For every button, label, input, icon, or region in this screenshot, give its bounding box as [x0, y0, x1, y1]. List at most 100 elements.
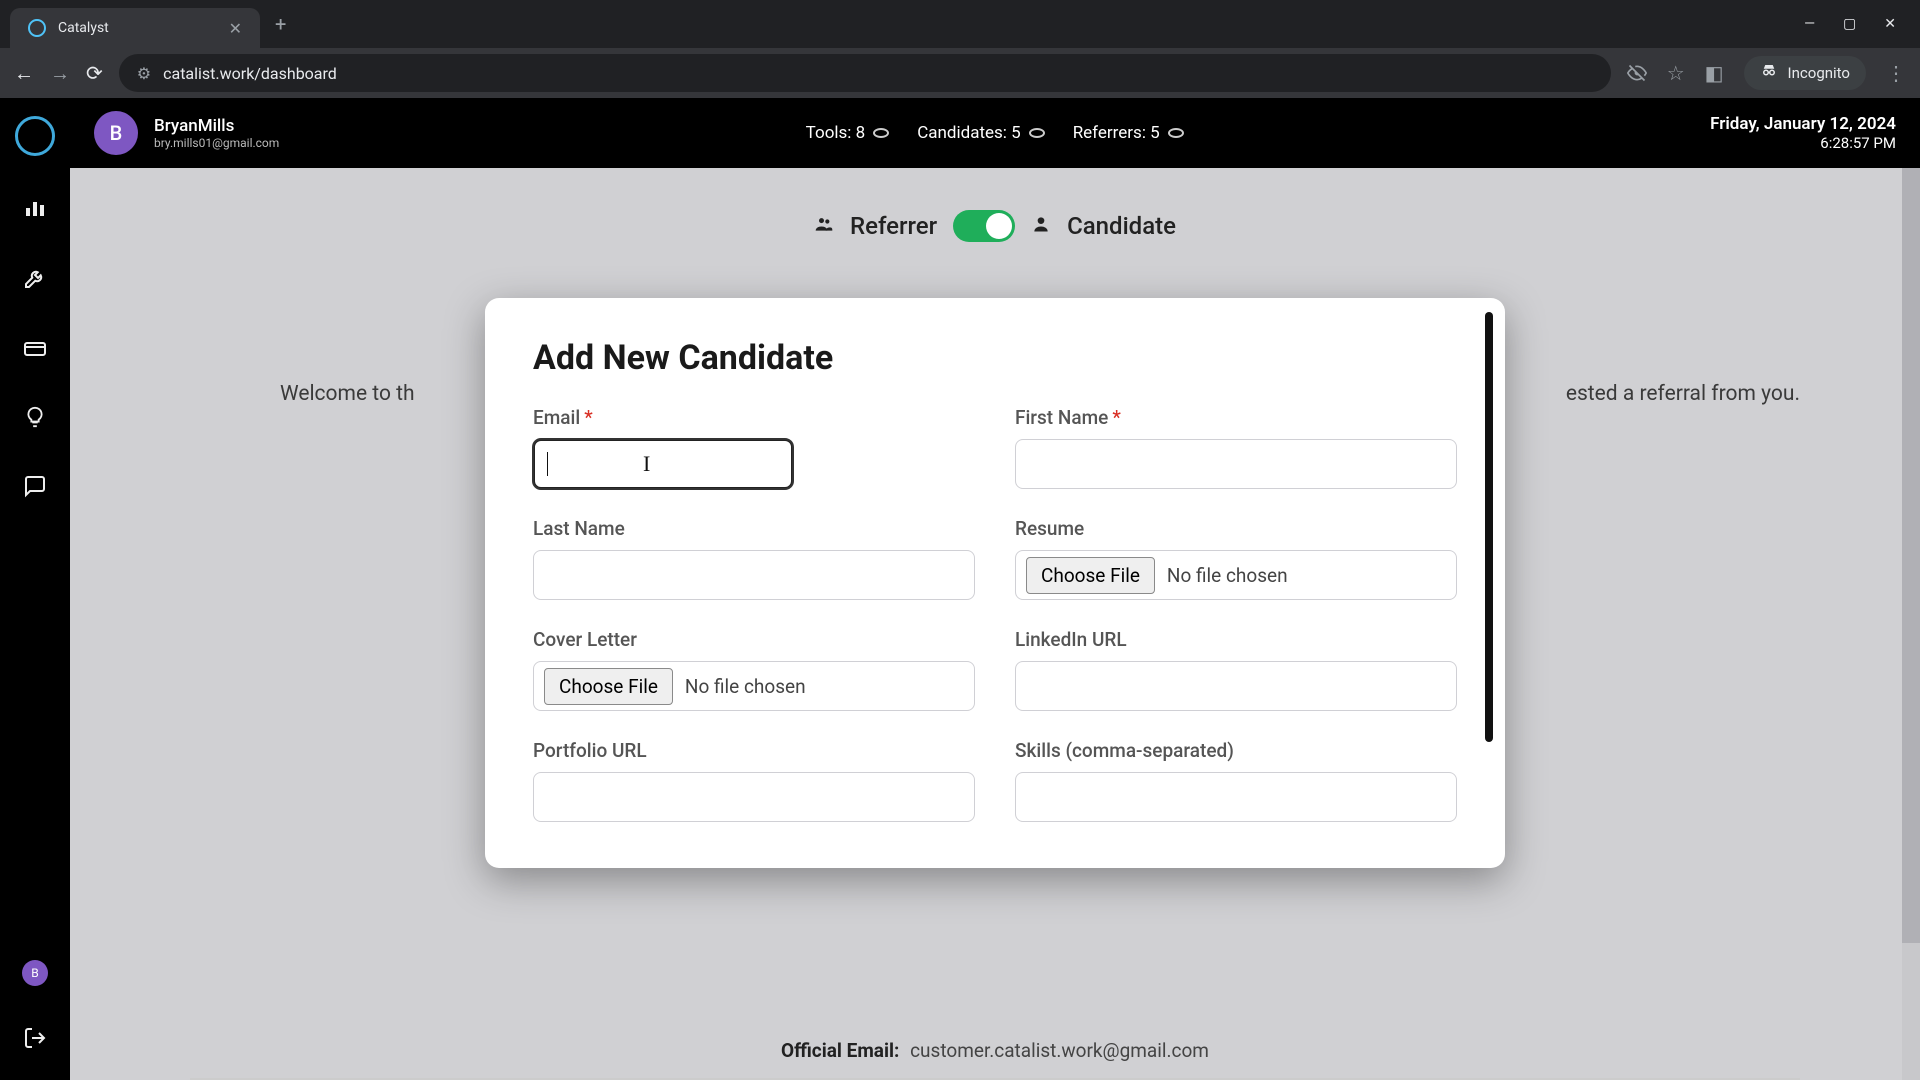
linkedin-label: LinkedIn URL: [1015, 628, 1457, 651]
tools-icon[interactable]: [23, 266, 47, 296]
url-input[interactable]: ⚙ catalist.work/dashboard: [119, 54, 1611, 92]
new-tab-button[interactable]: +: [275, 12, 286, 36]
incognito-label: Incognito: [1788, 64, 1850, 82]
reload-icon[interactable]: ⟳: [86, 61, 103, 85]
required-asterisk: *: [1112, 406, 1120, 429]
last-name-input[interactable]: [533, 550, 975, 600]
sidebar-avatar-initial: B: [31, 966, 38, 980]
field-email: Email* I: [533, 406, 975, 489]
user-block[interactable]: B BryanMills bry.mills01@gmail.com: [94, 111, 279, 155]
first-name-label-text: First Name: [1015, 406, 1108, 429]
field-linkedin: LinkedIn URL: [1015, 628, 1457, 711]
bookmark-star-icon[interactable]: ☆: [1667, 61, 1685, 85]
email-input[interactable]: [533, 439, 793, 489]
candidate-label: Candidate: [1067, 212, 1176, 240]
required-asterisk: *: [584, 406, 592, 429]
close-tab-icon[interactable]: ✕: [229, 19, 242, 38]
incognito-badge[interactable]: Incognito: [1744, 56, 1866, 90]
text-cursor-icon: I: [643, 451, 650, 477]
chat-icon[interactable]: [23, 474, 47, 504]
email-label-text: Email: [533, 406, 580, 429]
skills-label: Skills (comma-separated): [1015, 739, 1457, 762]
app-logo-icon[interactable]: [15, 116, 55, 156]
close-window-icon[interactable]: ✕: [1884, 16, 1896, 32]
minimize-icon[interactable]: —: [1804, 16, 1815, 32]
resume-file-input[interactable]: Choose File No file chosen: [1015, 550, 1457, 600]
sidebar-user-avatar[interactable]: B: [22, 960, 48, 986]
candidate-person-icon: [1031, 214, 1051, 239]
dashboard-icon[interactable]: [23, 196, 47, 226]
app-sidebar: B: [0, 98, 70, 1080]
field-portfolio: Portfolio URL: [533, 739, 975, 822]
avatar-initial: B: [110, 121, 123, 145]
field-skills: Skills (comma-separated): [1015, 739, 1457, 822]
stat-referrers-label: Referrers: 5: [1073, 123, 1160, 143]
resume-file-status: No file chosen: [1167, 564, 1288, 587]
stat-candidates: Candidates: 5: [917, 123, 1045, 143]
tab-title: Catalyst: [58, 20, 217, 36]
browser-tab[interactable]: Catalyst ✕: [10, 8, 260, 48]
referrer-label: Referrer: [850, 212, 937, 240]
header-stats: Tools: 8 Candidates: 5 Referrers: 5: [806, 123, 1184, 143]
field-cover-letter: Cover Letter Choose File No file chosen: [533, 628, 975, 711]
field-last-name: Last Name: [533, 517, 975, 600]
portfolio-input[interactable]: [533, 772, 975, 822]
referrer-group-icon: [814, 214, 834, 239]
browser-menu-icon[interactable]: ⋮: [1886, 61, 1906, 85]
official-email-value: customer.catalist.work@gmail.com: [910, 1039, 1209, 1062]
cover-letter-file-input[interactable]: Choose File No file chosen: [533, 661, 975, 711]
header-date: Friday, January 12, 2024: [1710, 114, 1896, 134]
official-email-label: Official Email:: [781, 1039, 899, 1062]
modal-title: Add New Candidate: [533, 338, 1457, 378]
coin-icon: [873, 128, 889, 138]
field-first-name: First Name*: [1015, 406, 1457, 489]
stat-tools-label: Tools: 8: [806, 123, 866, 143]
official-email: Official Email: customer.catalist.work@g…: [781, 1039, 1209, 1062]
stat-referrers: Referrers: 5: [1073, 123, 1184, 143]
portfolio-label: Portfolio URL: [533, 739, 975, 762]
coin-icon: [1029, 128, 1045, 138]
cover-letter-label: Cover Letter: [533, 628, 975, 651]
user-avatar: B: [94, 111, 138, 155]
visibility-off-icon[interactable]: [1627, 63, 1647, 83]
tab-favicon-icon: [28, 19, 46, 37]
text-caret: [547, 452, 548, 476]
logout-icon[interactable]: [23, 1026, 47, 1056]
modal-overlay: Referrer Candidate Welcome to th ested a…: [70, 168, 1920, 1080]
email-label: Email*: [533, 406, 975, 429]
resume-choose-file-button[interactable]: Choose File: [1026, 557, 1155, 594]
browser-tab-bar: Catalyst ✕ + — ▢ ✕: [0, 0, 1920, 48]
skills-input[interactable]: [1015, 772, 1457, 822]
coin-icon: [1168, 128, 1184, 138]
cover-letter-choose-file-button[interactable]: Choose File: [544, 668, 673, 705]
url-text: catalist.work/dashboard: [163, 64, 337, 83]
stat-candidates-label: Candidates: 5: [917, 123, 1021, 143]
user-email: bry.mills01@gmail.com: [154, 136, 279, 150]
toggle-knob: [986, 213, 1012, 239]
field-resume: Resume Choose File No file chosen: [1015, 517, 1457, 600]
resume-label: Resume: [1015, 517, 1457, 540]
first-name-input[interactable]: [1015, 439, 1457, 489]
window-controls: — ▢ ✕: [1804, 16, 1910, 32]
lightbulb-icon[interactable]: [24, 406, 46, 434]
add-candidate-modal: Add New Candidate Email* I: [485, 298, 1505, 868]
role-toggle[interactable]: [953, 210, 1015, 242]
role-toggle-row: Referrer Candidate: [814, 210, 1176, 242]
first-name-label: First Name*: [1015, 406, 1457, 429]
last-name-label: Last Name: [533, 517, 975, 540]
welcome-left: Welcome to th: [280, 382, 415, 406]
header-datetime: Friday, January 12, 2024 6:28:57 PM: [1710, 114, 1896, 152]
address-bar: ← → ⟳ ⚙ catalist.work/dashboard ☆ ◧ Inco…: [0, 48, 1920, 98]
site-settings-icon[interactable]: ⚙: [137, 64, 151, 83]
app-header: B BryanMills bry.mills01@gmail.com Tools…: [70, 98, 1920, 168]
linkedin-input[interactable]: [1015, 661, 1457, 711]
incognito-icon: [1760, 62, 1778, 84]
side-panel-icon[interactable]: ◧: [1705, 61, 1724, 85]
header-time: 6:28:57 PM: [1710, 134, 1896, 152]
welcome-right: ested a referral from you.: [1566, 378, 1800, 412]
back-icon[interactable]: ←: [14, 61, 34, 86]
forward-icon[interactable]: →: [50, 61, 70, 86]
user-name: BryanMills: [154, 116, 279, 136]
maximize-icon[interactable]: ▢: [1843, 16, 1856, 32]
wallet-icon[interactable]: [23, 336, 47, 366]
